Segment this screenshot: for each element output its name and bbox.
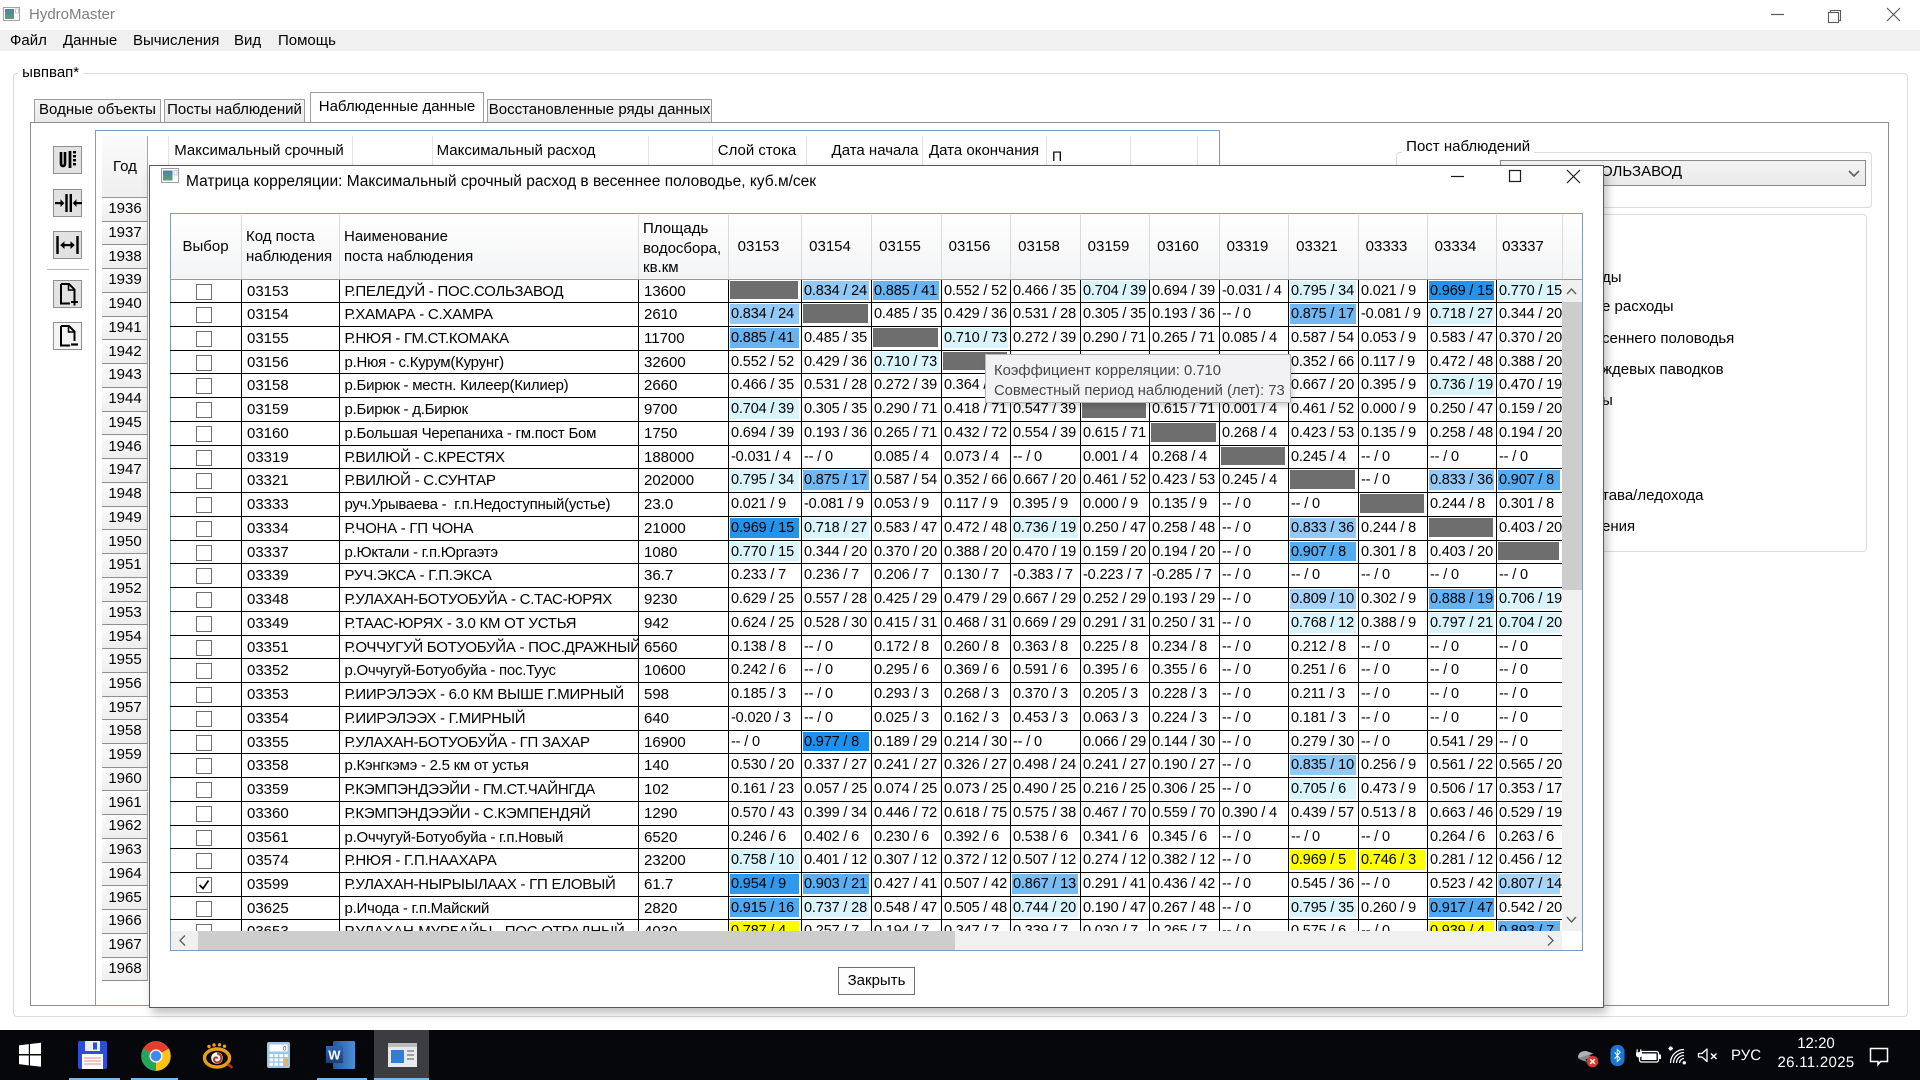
svg-text:W: W	[328, 1048, 341, 1063]
